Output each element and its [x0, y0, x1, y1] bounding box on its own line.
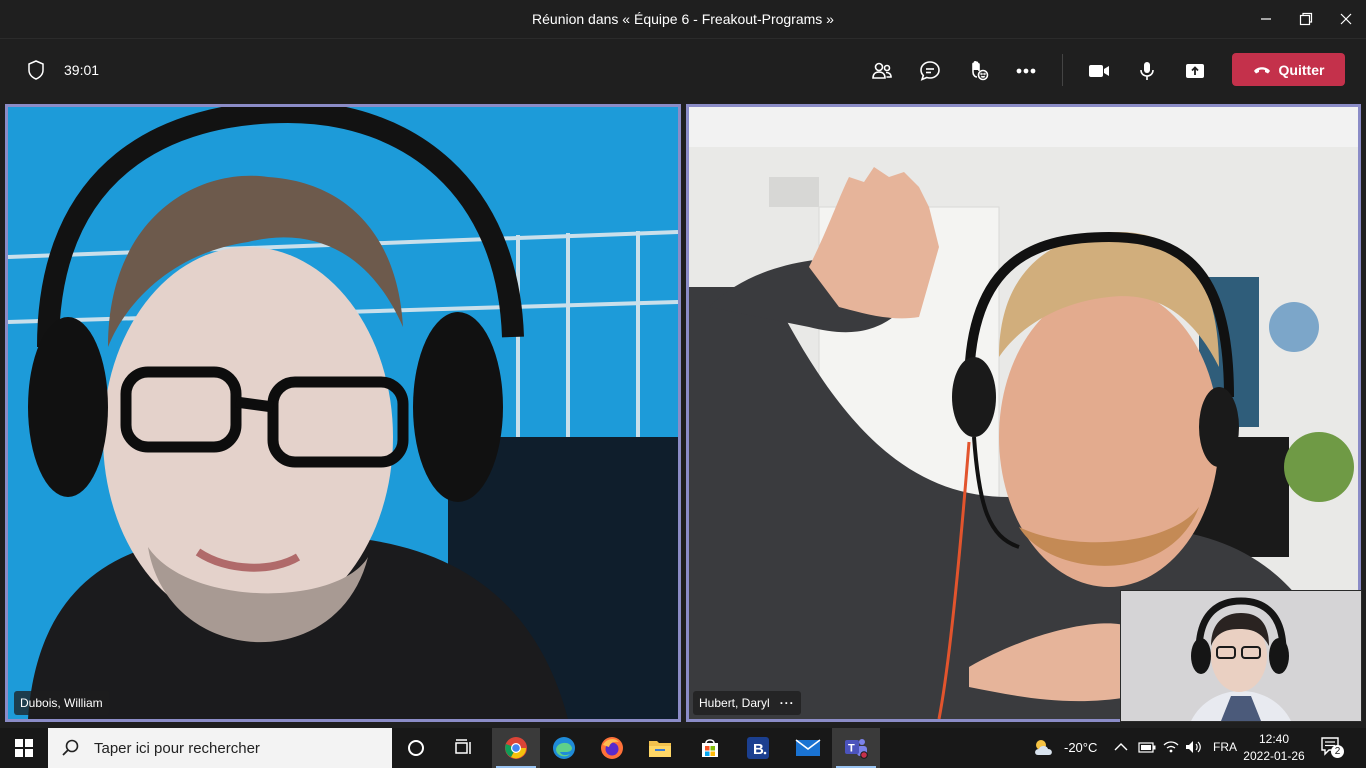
more-options-button[interactable]	[1010, 55, 1042, 87]
svg-text:T: T	[848, 743, 855, 755]
weather-temperature[interactable]: -20°C	[1064, 740, 1097, 755]
shield-icon	[28, 60, 44, 80]
taskbar-app-file-explorer[interactable]	[636, 728, 684, 768]
svg-text:B: B	[753, 741, 764, 758]
windows-logo-icon	[15, 739, 33, 757]
wifi-icon[interactable]	[1162, 738, 1180, 754]
system-clock[interactable]: 12:40 2022-01-26	[1238, 731, 1310, 765]
participant-name-tag: Dubois, William	[14, 691, 109, 715]
window-title: Réunion dans « Équipe 6 - Freakout-Progr…	[532, 11, 834, 27]
volume-icon[interactable]	[1184, 739, 1202, 755]
notification-center-button[interactable]: 2	[1320, 736, 1350, 760]
taskbar-app-b[interactable]: B	[734, 728, 782, 768]
clock-date: 2022-01-26	[1243, 749, 1305, 763]
self-video	[1121, 591, 1361, 721]
share-screen-button[interactable]	[1179, 55, 1211, 87]
microphone-button[interactable]	[1131, 55, 1163, 87]
input-language[interactable]: FRA	[1213, 740, 1237, 754]
edge-icon	[553, 737, 575, 759]
more-options-icon	[1016, 68, 1036, 74]
leave-button[interactable]: Quitter	[1232, 53, 1345, 86]
start-button[interactable]	[0, 728, 48, 768]
notification-count-badge: 2	[1331, 745, 1344, 758]
chat-icon	[920, 61, 940, 81]
participants-icon	[872, 62, 892, 79]
taskbar-search-box[interactable]: Taper ici pour rechercher	[48, 728, 392, 768]
restore-icon	[1299, 12, 1313, 26]
cortana-button[interactable]	[392, 728, 440, 768]
hang-up-icon	[1253, 66, 1270, 73]
taskbar-app-store[interactable]	[686, 728, 734, 768]
battery-icon[interactable]	[1138, 740, 1156, 754]
raise-hand-icon	[972, 60, 989, 81]
chrome-icon	[505, 737, 527, 759]
participants-button[interactable]	[866, 55, 898, 87]
participant-video	[8, 107, 678, 719]
file-explorer-icon	[649, 741, 671, 757]
minimize-icon	[1261, 18, 1271, 20]
firefox-icon	[601, 737, 623, 759]
cortana-icon	[408, 740, 424, 756]
microphone-icon	[1140, 62, 1154, 80]
camera-button[interactable]	[1083, 55, 1115, 87]
restore-button[interactable]	[1286, 0, 1326, 38]
camera-icon	[1089, 65, 1109, 77]
participant-more-options[interactable]: ···	[780, 696, 795, 710]
share-screen-icon	[1186, 64, 1204, 78]
mail-icon	[795, 739, 821, 756]
taskbar-app-edge[interactable]	[540, 728, 588, 768]
title-bar: Réunion dans « Équipe 6 - Freakout-Progr…	[0, 0, 1366, 38]
b-app-icon: B	[747, 737, 769, 759]
reactions-button[interactable]	[962, 55, 994, 87]
taskbar-app-firefox[interactable]	[588, 728, 636, 768]
close-icon	[1340, 13, 1352, 25]
participant-name: Dubois, William	[20, 696, 103, 710]
close-button[interactable]	[1326, 0, 1366, 38]
clock-time: 12:40	[1258, 732, 1290, 746]
microsoft-store-icon	[702, 739, 718, 757]
task-view-icon	[455, 739, 471, 754]
windows-taskbar: Taper ici pour rechercher B T -20°C FRA …	[0, 728, 1366, 768]
search-icon	[62, 739, 79, 756]
participant-name-tag: Hubert, Daryl ···	[693, 691, 801, 715]
taskbar-app-chrome[interactable]	[492, 728, 540, 768]
toolbar-divider	[1062, 54, 1063, 86]
self-view-video[interactable]	[1120, 590, 1362, 722]
search-placeholder: Taper ici pour rechercher	[94, 739, 260, 757]
participant-video-tile[interactable]: Dubois, William	[5, 104, 681, 722]
task-view-button[interactable]	[440, 728, 488, 768]
teams-icon: T	[845, 739, 868, 759]
taskbar-app-teams[interactable]: T	[832, 728, 880, 768]
chevron-up-icon[interactable]	[1114, 742, 1128, 752]
minimize-button[interactable]	[1246, 0, 1286, 38]
participant-name: Hubert, Daryl	[699, 696, 770, 710]
chat-button[interactable]	[914, 55, 946, 87]
weather-icon	[1035, 740, 1052, 755]
meeting-timer: 39:01	[64, 62, 100, 78]
taskbar-app-mail[interactable]	[784, 728, 832, 768]
meeting-toolbar: 39:01 Quitter	[0, 38, 1366, 101]
leave-label: Quitter	[1278, 61, 1325, 78]
